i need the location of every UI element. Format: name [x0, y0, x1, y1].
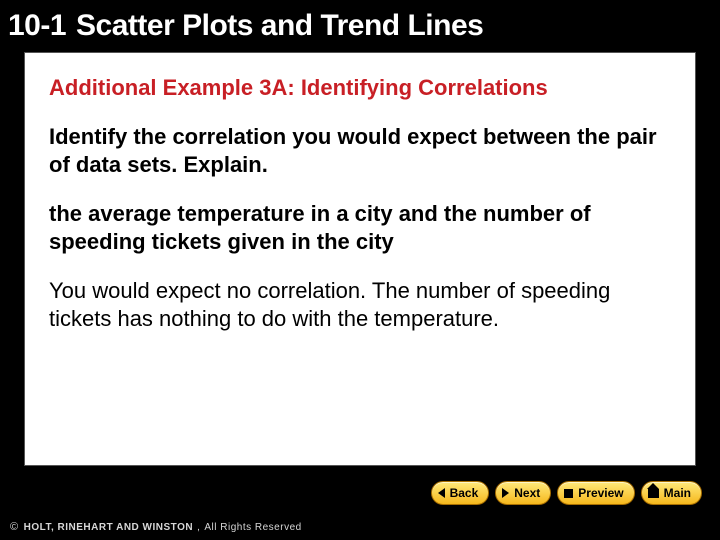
title-bar: 10-1 Scatter Plots and Trend Lines: [0, 0, 720, 52]
rights-text: All Rights Reserved: [204, 522, 301, 533]
section-number: 10-1: [0, 9, 76, 43]
comma: ,: [197, 522, 200, 533]
back-label: Back: [450, 486, 479, 500]
copyright-symbol: ©: [10, 521, 19, 533]
copyright-bar: © HOLT, RINEHART AND WINSTON , All Right…: [0, 514, 720, 540]
brand-name: HOLT, RINEHART AND WINSTON: [24, 522, 193, 533]
datasets-text: the average temperature in a city and th…: [49, 200, 671, 255]
prompt-text: Identify the correlation you would expec…: [49, 123, 671, 178]
slide: 10-1 Scatter Plots and Trend Lines Addit…: [0, 0, 720, 540]
preview-icon: [564, 489, 573, 498]
next-label: Next: [514, 486, 540, 500]
home-icon: [648, 489, 659, 498]
main-button[interactable]: Main: [641, 481, 702, 505]
example-heading: Additional Example 3A: Identifying Corre…: [49, 75, 671, 101]
main-label: Main: [664, 486, 691, 500]
section-title: Scatter Plots and Trend Lines: [76, 9, 483, 43]
answer-text: You would expect no correlation. The num…: [49, 277, 671, 332]
preview-button[interactable]: Preview: [557, 481, 634, 505]
arrow-left-icon: [438, 488, 445, 498]
preview-label: Preview: [578, 486, 623, 500]
next-button[interactable]: Next: [495, 481, 551, 505]
back-button[interactable]: Back: [431, 481, 490, 505]
arrow-right-icon: [502, 488, 509, 498]
nav-bar: Back Next Preview Main: [0, 474, 720, 512]
content-panel: Additional Example 3A: Identifying Corre…: [24, 52, 696, 466]
